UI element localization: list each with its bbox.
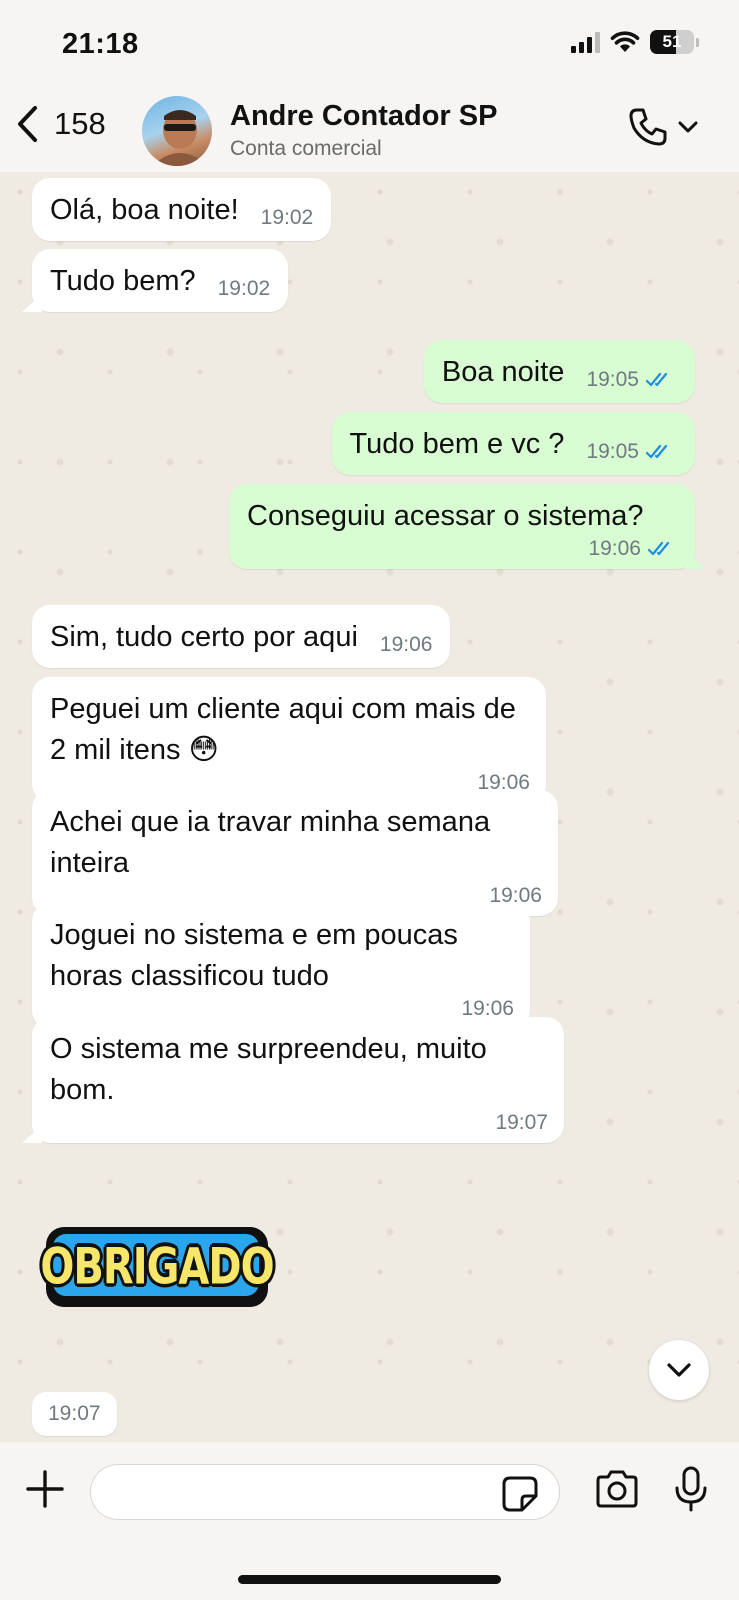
chat-messages[interactable]: Olá, boa noite! 19:02 Tudo bem? 19:02 Bo…	[0, 172, 739, 1442]
message-text: Olá, boa noite!	[50, 194, 239, 226]
signal-icon	[571, 31, 600, 53]
message-incoming[interactable]: Joguei no sistema e em poucas horas clas…	[32, 903, 530, 1029]
message-incoming[interactable]: O sistema me surpreendeu, muito bom. 19:…	[22, 1017, 564, 1143]
status-icons: 51	[571, 30, 699, 54]
wifi-icon	[610, 31, 640, 52]
message-text: Sim, tudo certo por aqui	[50, 621, 358, 653]
plus-icon	[26, 1470, 64, 1508]
contact-subtitle: Conta comercial	[230, 137, 382, 160]
message-input[interactable]	[90, 1464, 560, 1520]
contact-name: Andre Contador SP	[230, 100, 498, 132]
unread-count: 158	[54, 106, 106, 141]
message-text: Tudo bem?	[50, 265, 196, 297]
call-button[interactable]	[627, 106, 699, 148]
message-composer	[0, 1442, 739, 1600]
phone-icon	[629, 108, 667, 146]
sticker-time: 19:07	[32, 1392, 117, 1436]
message-text: Achei que ia travar minha semana inteira	[50, 806, 491, 879]
read-ticks-icon	[645, 372, 668, 387]
message-time-label: 19:02	[260, 206, 314, 229]
message-time: 19:05	[586, 368, 677, 392]
message-incoming[interactable]: Sim, tudo certo por aqui 19:06	[32, 605, 451, 668]
message-time-label: 19:05	[586, 368, 639, 391]
message-text: Peguei um cliente aqui com mais de 2 mil…	[50, 693, 516, 766]
avatar[interactable]	[142, 96, 212, 166]
read-ticks-icon	[645, 444, 668, 459]
message-incoming[interactable]: Olá, boa noite! 19:02	[32, 178, 332, 241]
read-ticks-icon	[647, 541, 670, 556]
microphone-button[interactable]	[674, 1466, 708, 1517]
sticker-message[interactable]: OBRIGADO	[40, 1227, 275, 1307]
camera-button[interactable]	[594, 1470, 640, 1513]
message-outgoing[interactable]: Boa noite 19:05	[423, 340, 695, 403]
message-text: O sistema me surpreendeu, muito bom.	[50, 1033, 487, 1106]
message-text: Tudo bem e vc ?	[349, 428, 565, 460]
back-button[interactable]: 158	[14, 98, 106, 150]
back-chevron-icon	[18, 106, 37, 142]
message-time-label: 19:06	[379, 633, 433, 656]
sticker-button[interactable]	[502, 1476, 538, 1517]
message-time-label: 19:02	[217, 277, 271, 300]
message-incoming[interactable]: Peguei um cliente aqui com mais de 2 mil…	[32, 677, 546, 803]
message-incoming[interactable]: Tudo bem? 19:02	[22, 249, 289, 312]
message-text: Joguei no sistema e em poucas horas clas…	[50, 919, 458, 992]
chat-header: 158 Andre Contador SP Conta comercial	[0, 92, 739, 172]
message-time: 19:06	[247, 537, 679, 561]
chevron-down-icon	[678, 121, 698, 133]
sticker-text: OBRIGADO	[40, 1238, 274, 1296]
battery-indicator: 51	[650, 30, 699, 54]
message-time: 19:05	[586, 440, 677, 464]
sticker-icon	[502, 1476, 538, 1512]
message-incoming[interactable]: Achei que ia travar minha semana inteira…	[32, 790, 558, 916]
message-time: 19:06	[380, 633, 433, 657]
microphone-icon	[675, 1466, 707, 1512]
scroll-to-bottom-button[interactable]	[649, 1340, 709, 1400]
message-outgoing[interactable]: Tudo bem e vc ? 19:05	[331, 412, 695, 475]
chevron-down-icon	[667, 1363, 691, 1377]
message-time: 19:07	[50, 1111, 548, 1135]
attach-button[interactable]	[26, 1470, 64, 1513]
battery-level: 51	[662, 32, 682, 51]
message-text: Boa noite	[441, 356, 565, 388]
message-outgoing[interactable]: Conseguiu acessar o sistema? 19:06	[229, 484, 705, 569]
message-time: 19:02	[218, 277, 271, 301]
message-time-label: 19:07	[495, 1111, 548, 1134]
message-time-label: 19:05	[586, 440, 639, 463]
message-time: 19:02	[261, 206, 314, 230]
home-indicator	[238, 1575, 501, 1584]
message-time-label: 19:06	[588, 537, 641, 560]
camera-icon	[596, 1470, 638, 1508]
battery-icon: 51	[650, 30, 694, 54]
avatar-image	[152, 110, 208, 166]
status-time: 21:18	[62, 28, 139, 60]
contact-info[interactable]: Andre Contador SP Conta comercial	[230, 100, 497, 161]
status-bar: 21:18 51	[0, 0, 739, 92]
message-text: Conseguiu acessar o sistema?	[247, 500, 644, 532]
